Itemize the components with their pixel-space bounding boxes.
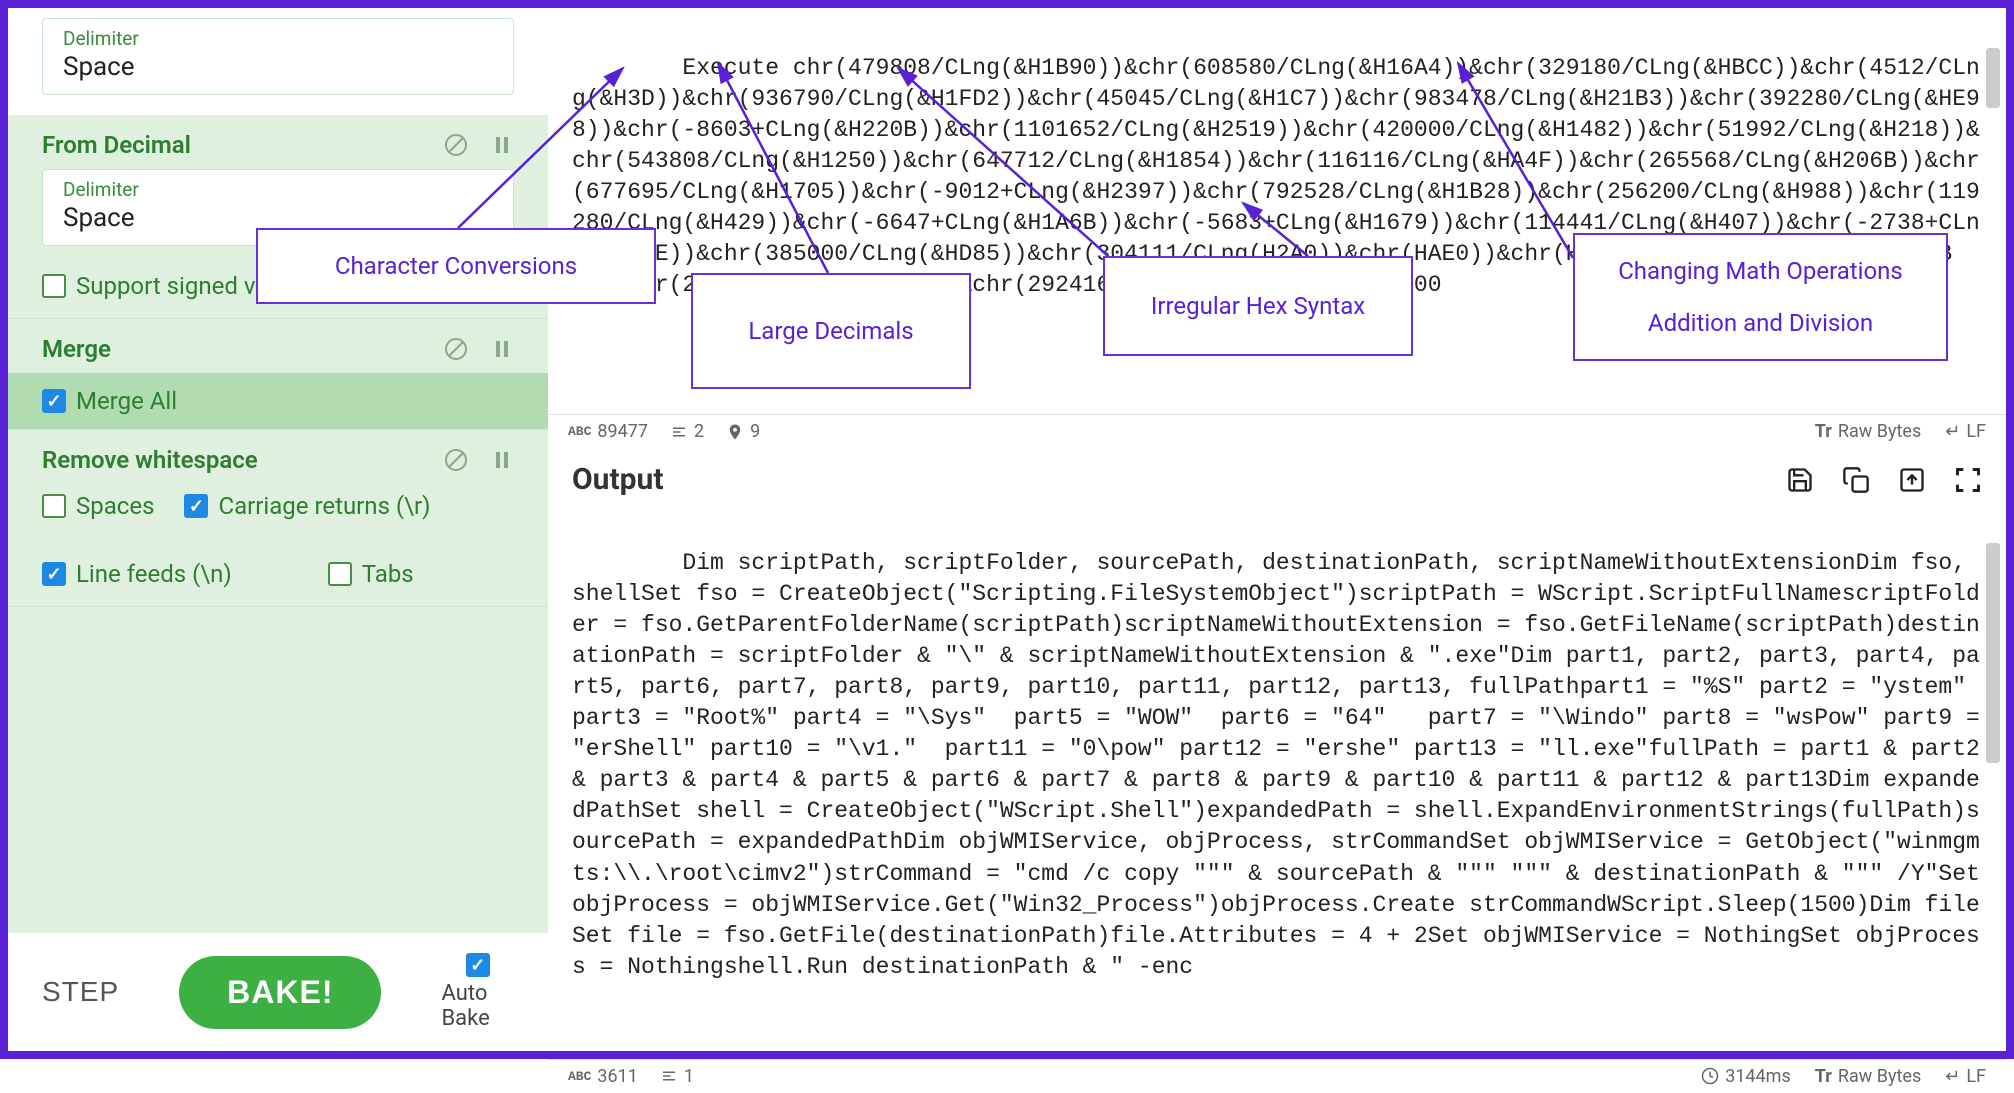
out-eol[interactable]: ↵ LF <box>1945 1066 1986 1087</box>
annotation-large-dec: Large Decimals <box>691 273 971 389</box>
out-raw-bytes[interactable]: Tr Raw Bytes <box>1815 1066 1922 1087</box>
out-line-count: 1 <box>660 1066 694 1087</box>
out-char-count: ABC 3611 <box>568 1066 638 1087</box>
annotation-math-ops: Changing Math Operations Addition and Di… <box>1573 233 1948 361</box>
annotation-hex-syntax: Irregular Hex Syntax <box>1103 256 1413 356</box>
annotation-char-conv: Character Conversions <box>256 228 656 304</box>
timing: 3144ms <box>1701 1066 1791 1087</box>
